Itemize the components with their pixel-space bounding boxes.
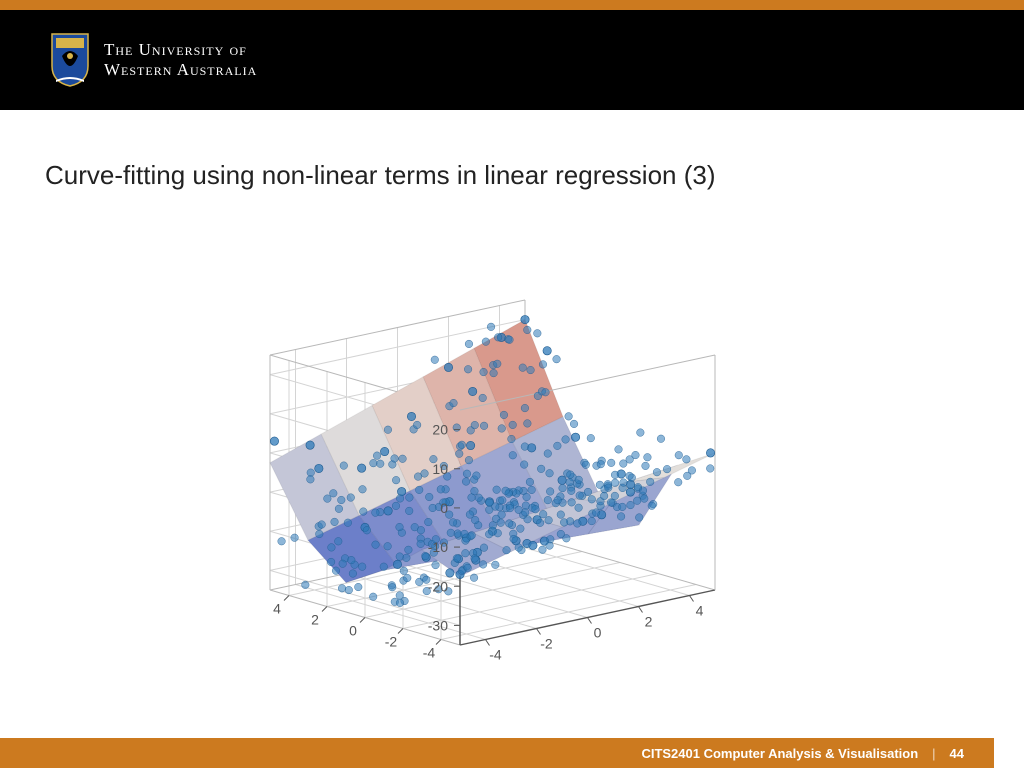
svg-text:-30: -30 bbox=[428, 617, 448, 633]
footer-course: CITS2401 Computer Analysis & Visualisati… bbox=[641, 746, 918, 761]
svg-text:-20: -20 bbox=[428, 578, 448, 594]
university-name-line2: Western Australia bbox=[104, 60, 257, 80]
svg-text:-2: -2 bbox=[540, 636, 553, 652]
svg-text:10: 10 bbox=[432, 461, 448, 477]
svg-text:20: 20 bbox=[432, 422, 448, 438]
slide-header: The University of Western Australia bbox=[0, 10, 1024, 110]
svg-text:0: 0 bbox=[440, 500, 448, 516]
chart-3d-surface-scatter: -30-20-1001020-4-2024-4-2024 bbox=[200, 250, 800, 670]
chart-svg: -30-20-1001020-4-2024-4-2024 bbox=[200, 250, 800, 670]
university-crest-icon bbox=[50, 32, 90, 88]
footer-corner-box bbox=[994, 738, 1024, 768]
svg-text:2: 2 bbox=[311, 612, 319, 628]
svg-text:-2: -2 bbox=[385, 634, 398, 650]
svg-text:2: 2 bbox=[645, 614, 653, 630]
slide-footer: CITS2401 Computer Analysis & Visualisati… bbox=[0, 738, 1024, 768]
svg-text:-4: -4 bbox=[423, 645, 436, 661]
svg-text:0: 0 bbox=[349, 623, 357, 639]
svg-text:-4: -4 bbox=[489, 647, 502, 663]
svg-text:4: 4 bbox=[696, 603, 704, 619]
top-accent-bar bbox=[0, 0, 1024, 10]
page-title: Curve-fitting using non-linear terms in … bbox=[45, 160, 1024, 191]
university-name-line1: The University of bbox=[104, 40, 257, 60]
footer-separator: | bbox=[932, 746, 935, 761]
footer-page-number: 44 bbox=[950, 746, 964, 761]
svg-text:0: 0 bbox=[594, 625, 602, 641]
svg-text:-10: -10 bbox=[428, 539, 448, 555]
svg-text:4: 4 bbox=[273, 601, 281, 617]
university-name: The University of Western Australia bbox=[104, 40, 257, 79]
